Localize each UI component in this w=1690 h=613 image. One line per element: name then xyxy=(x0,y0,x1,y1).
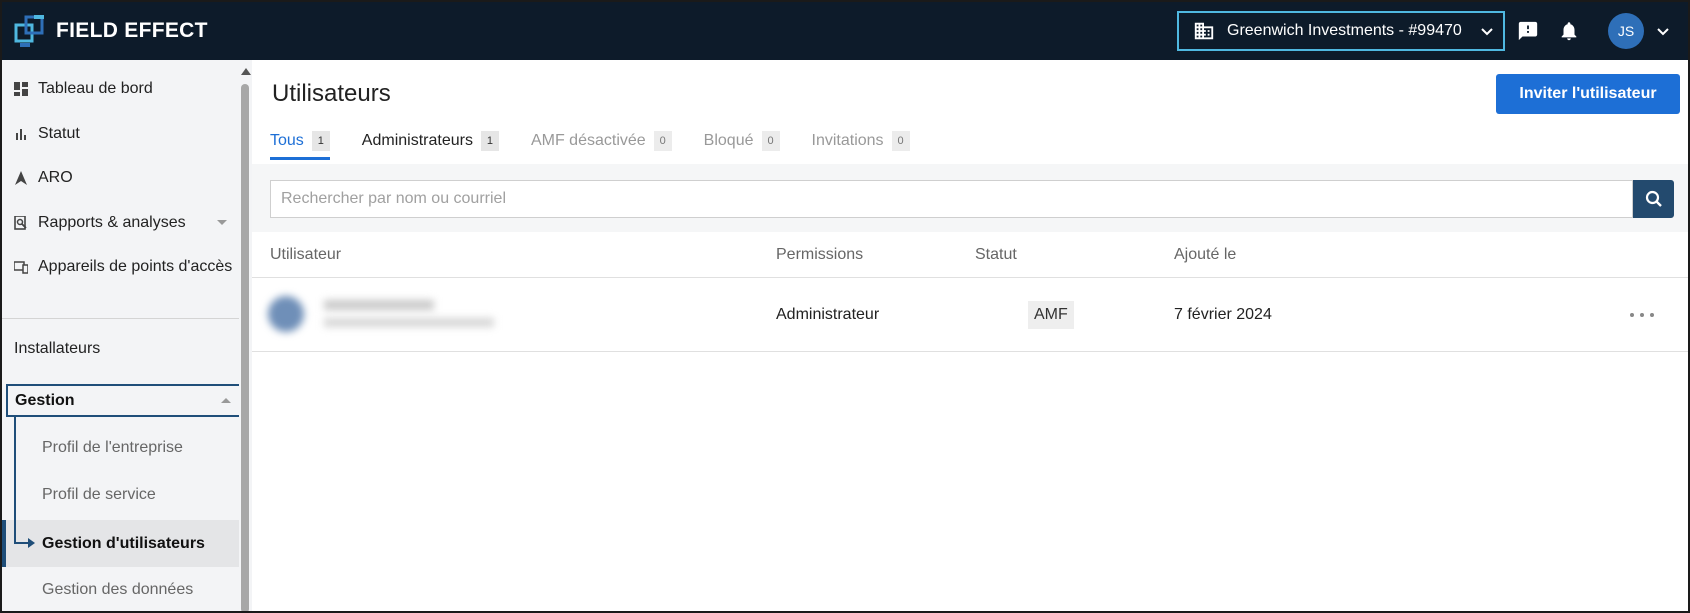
tab-count-badge: 0 xyxy=(653,131,672,151)
tab-label: Administrateurs xyxy=(361,132,473,149)
tab-label: AMF désactivée xyxy=(530,132,646,149)
search-button[interactable] xyxy=(1633,180,1674,218)
column-header-status[interactable]: Statut xyxy=(975,246,1017,264)
tab-label: Tous xyxy=(270,132,304,149)
search-icon xyxy=(1645,190,1662,207)
filter-tabs: Tous 1 Administrateurs 1 AMF désactivée … xyxy=(270,122,942,160)
annotation-arrow-icon xyxy=(28,538,35,548)
dot xyxy=(1650,313,1654,317)
sidebar-item-label: Gestion d'utilisateurs xyxy=(42,534,205,552)
top-bar: FIELD EFFECT Greenwich Investments - #99… xyxy=(2,2,1688,60)
building-icon xyxy=(1194,22,1214,40)
blurred-user-name xyxy=(324,300,434,310)
blurred-user-email xyxy=(324,318,494,327)
table-header: Utilisateur Permissions Statut Ajouté le xyxy=(252,232,1688,278)
tab-invitations[interactable]: Invitations 0 xyxy=(812,122,910,160)
devices-icon xyxy=(14,261,28,274)
sidebar-item-data-management[interactable]: Gestion des données xyxy=(2,568,239,611)
search-bar-area xyxy=(252,164,1688,232)
sidebar-item-installers[interactable]: Installateurs xyxy=(2,327,239,371)
main-content: Utilisateurs Inviter l'utilisateur Tous … xyxy=(252,60,1688,611)
brand-name: FIELD EFFECT xyxy=(56,19,208,42)
sidebar-item-label: Appareils de points d'accès xyxy=(38,258,233,275)
chevron-down-icon xyxy=(217,220,227,225)
dot xyxy=(1640,313,1644,317)
sidebar-item-label: Tableau de bord xyxy=(38,80,153,97)
sidebar-item-status[interactable]: Statut xyxy=(2,112,239,156)
annotation-connector-line xyxy=(14,417,16,543)
search-input[interactable] xyxy=(270,180,1633,218)
tab-count-badge: 1 xyxy=(311,131,330,151)
report-search-icon xyxy=(14,216,27,230)
table-row[interactable]: Administrateur AMF 7 février 2024 xyxy=(252,278,1688,352)
chevron-up-icon xyxy=(221,398,231,403)
sidebar-divider xyxy=(2,318,239,319)
field-effect-logo-icon xyxy=(14,15,44,47)
tab-count-badge: 1 xyxy=(480,131,499,151)
sidebar-section-label: Gestion xyxy=(15,391,75,409)
sidebar-item-label: Gestion des données xyxy=(42,581,194,598)
sidebar-item-aro[interactable]: ARO xyxy=(2,156,239,200)
tab-count-badge: 0 xyxy=(891,131,910,151)
tab-count-badge: 0 xyxy=(761,131,780,151)
cell-added-date: 7 février 2024 xyxy=(1174,306,1272,323)
dot xyxy=(1630,313,1634,317)
sidebar-item-endpoint-devices[interactable]: Appareils de points d'accès xyxy=(2,245,239,289)
notifications-bell-icon[interactable] xyxy=(1558,19,1580,43)
app-window: FIELD EFFECT Greenwich Investments - #99… xyxy=(0,0,1690,613)
organization-selector[interactable]: Greenwich Investments - #99470 xyxy=(1177,11,1505,51)
brand-logo[interactable]: FIELD EFFECT xyxy=(14,13,208,49)
sidebar-item-dashboard[interactable]: Tableau de bord xyxy=(2,67,239,111)
sidebar-scrollbar-thumb[interactable] xyxy=(241,84,249,611)
bar-chart-icon xyxy=(16,129,26,140)
row-actions-more-icon[interactable] xyxy=(1630,305,1654,325)
cell-permission: Administrateur xyxy=(776,306,880,323)
column-header-user[interactable]: Utilisateur xyxy=(270,246,341,264)
column-header-permissions[interactable]: Permissions xyxy=(776,246,863,264)
sidebar-item-reports[interactable]: Rapports & analyses xyxy=(2,201,239,245)
column-header-added[interactable]: Ajouté le xyxy=(1174,246,1236,264)
tab-all[interactable]: Tous 1 xyxy=(270,122,330,160)
navigation-arrow-icon xyxy=(15,171,27,185)
dashboard-icon xyxy=(14,82,28,96)
sidebar-item-label: Profil de service xyxy=(42,486,156,503)
sidebar-item-company-profile[interactable]: Profil de l'entreprise xyxy=(2,426,239,470)
sidebar-section-gestion[interactable]: Gestion xyxy=(6,384,243,417)
blurred-user-avatar xyxy=(268,296,304,332)
tab-label: Invitations xyxy=(811,132,884,149)
tab-label: Bloqué xyxy=(703,132,754,149)
tab-blocked[interactable]: Bloqué 0 xyxy=(704,122,780,160)
sidebar-item-label: Statut xyxy=(38,125,80,142)
page-title: Utilisateurs xyxy=(272,80,391,107)
tab-mfa-disabled[interactable]: AMF désactivée 0 xyxy=(531,122,672,160)
sidebar-item-label: ARO xyxy=(38,169,73,186)
user-menu-chevron-down-icon[interactable] xyxy=(1655,23,1671,39)
status-badge: AMF xyxy=(1028,301,1074,329)
user-avatar[interactable]: JS xyxy=(1608,13,1644,49)
scroll-up-arrow-icon[interactable] xyxy=(241,68,251,75)
sidebar-item-label: Profil de l'entreprise xyxy=(42,439,183,456)
organization-name: Greenwich Investments - #99470 xyxy=(1227,22,1462,39)
sidebar-item-label: Installateurs xyxy=(14,340,101,357)
chevron-down-icon xyxy=(1481,28,1493,36)
tab-administrators[interactable]: Administrateurs 1 xyxy=(362,122,499,160)
sidebar-item-user-management[interactable]: Gestion d'utilisateurs xyxy=(2,520,239,567)
feedback-icon[interactable] xyxy=(1517,20,1539,42)
invite-user-button[interactable]: Inviter l'utilisateur xyxy=(1496,74,1680,114)
sidebar-item-label: Rapports & analyses xyxy=(38,214,186,231)
sidebar-item-service-profile[interactable]: Profil de service xyxy=(2,473,239,517)
